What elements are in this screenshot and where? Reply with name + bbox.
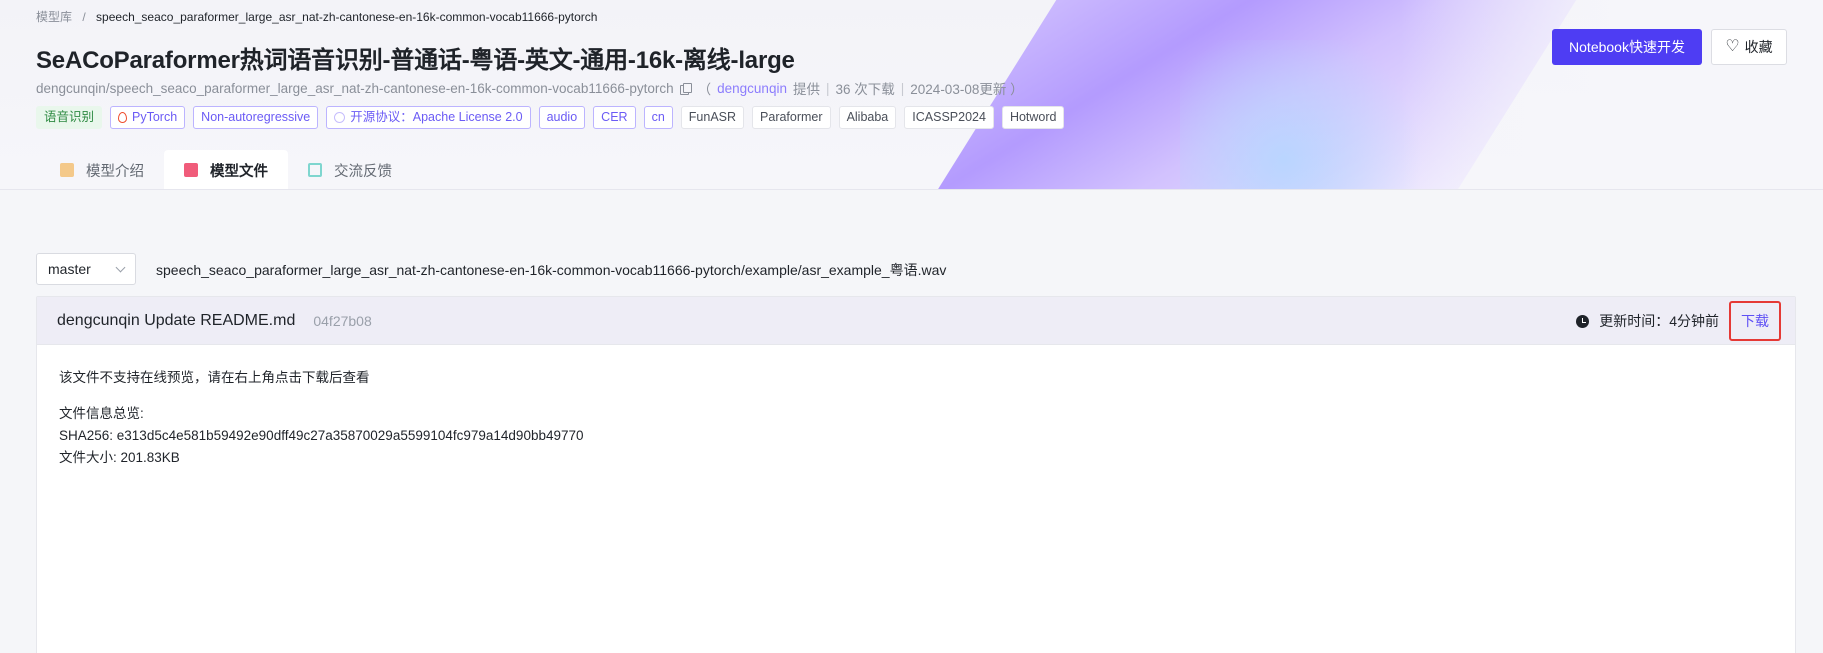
commit-meta: 更新时间：4分钟前 下载 bbox=[1576, 297, 1781, 345]
model-tabs: 模型介绍 模型文件 交流反馈 bbox=[40, 150, 412, 189]
tab-label: 交流反馈 bbox=[334, 163, 392, 180]
breadcrumb: 模型库 / speech_seaco_paraformer_large_asr_… bbox=[36, 8, 597, 25]
tag-label: 开源协议：Apache License 2.0 bbox=[350, 110, 523, 124]
updated-time: 更新时间：4分钟前 bbox=[1599, 313, 1719, 329]
tag[interactable]: audio bbox=[538, 106, 586, 129]
tag-label: 语音识别 bbox=[44, 110, 95, 124]
download-count: 36 次下载 bbox=[835, 82, 895, 97]
tag-label: ICASSP2024 bbox=[912, 110, 986, 124]
file-preview: 该文件不支持在线预览，请在右上角点击下载后查看 文件信息总览: SHA256: … bbox=[37, 345, 1795, 491]
tag-label: Paraformer bbox=[760, 110, 823, 124]
copy-icon[interactable] bbox=[679, 83, 692, 95]
provider-link[interactable]: dengcunqin bbox=[717, 81, 787, 96]
model-header: 模型库 / speech_seaco_paraformer_large_asr_… bbox=[0, 0, 1823, 190]
tag[interactable]: Hotword bbox=[1001, 106, 1065, 129]
book-icon bbox=[184, 163, 198, 177]
tag[interactable]: ICASSP2024 bbox=[904, 106, 994, 129]
tag[interactable]: cn bbox=[643, 106, 673, 129]
branch-value: master bbox=[48, 261, 91, 277]
provider-suffix: 提供 bbox=[792, 82, 820, 97]
tag[interactable]: Paraformer bbox=[752, 106, 831, 129]
chevron-down-icon bbox=[115, 262, 126, 272]
preview-unsupported-notice: 该文件不支持在线预览，请在右上角点击下载后查看 bbox=[59, 370, 370, 385]
tag-label: Non-autoregressive bbox=[201, 110, 311, 124]
notebook-quick-dev-button[interactable]: Notebook快速开发 bbox=[1552, 29, 1702, 65]
tag-label: PyTorch bbox=[132, 110, 178, 124]
tag-category[interactable]: 语音识别 bbox=[36, 106, 103, 129]
file-panel: dengcunqin Update README.md 04f27b08 更新时… bbox=[36, 296, 1796, 653]
commit-bar: dengcunqin Update README.md 04f27b08 更新时… bbox=[37, 297, 1795, 345]
tag-label: FunASR bbox=[688, 110, 737, 124]
model-id: dengcunqin/speech_seaco_paraformer_large… bbox=[36, 80, 674, 96]
tag-license[interactable]: 开源协议：Apache License 2.0 bbox=[326, 106, 531, 129]
commit-hash[interactable]: 04f27b08 bbox=[313, 313, 371, 329]
tab-label: 模型文件 bbox=[210, 163, 268, 180]
tag-label: cn bbox=[651, 110, 665, 124]
tag-label: audio bbox=[546, 110, 578, 124]
tag-framework[interactable]: PyTorch bbox=[110, 106, 186, 129]
license-icon bbox=[334, 112, 346, 123]
file-path: speech_seaco_paraformer_large_asr_nat-zh… bbox=[156, 262, 947, 278]
meta-divider: | bbox=[825, 80, 830, 96]
heart-icon: ♡ bbox=[1725, 38, 1740, 55]
download-button[interactable]: 下载 bbox=[1729, 301, 1781, 341]
tag[interactable]: FunASR bbox=[680, 106, 745, 129]
page-title: SeACoParaformer热词语音识别-普通话-粤语-英文-通用-16k-离… bbox=[36, 47, 795, 74]
file-info-title: 文件信息总览: bbox=[59, 406, 144, 421]
updated-date: 2024-03-08更新 ） bbox=[910, 82, 1024, 97]
breadcrumb-current: speech_seaco_paraformer_large_asr_nat-zh… bbox=[96, 10, 598, 24]
model-meta: dengcunqin/speech_seaco_paraformer_large… bbox=[36, 78, 1024, 98]
provider-open: （ bbox=[697, 82, 712, 97]
tag-label: Hotword bbox=[1009, 110, 1057, 124]
tag-label: Alibaba bbox=[846, 110, 889, 124]
clock-icon bbox=[1576, 314, 1590, 328]
tab-model-files[interactable]: 模型文件 bbox=[164, 150, 288, 189]
tag-list: 语音识别 PyTorch Non-autoregressive 开源协议：Apa… bbox=[36, 106, 1065, 129]
meta-divider: | bbox=[900, 80, 905, 96]
breadcrumb-model-library[interactable]: 模型库 bbox=[36, 10, 72, 24]
tab-model-intro[interactable]: 模型介绍 bbox=[40, 150, 164, 189]
tag[interactable]: CER bbox=[593, 106, 636, 129]
breadcrumb-separator: / bbox=[82, 10, 86, 24]
favorite-label: 收藏 bbox=[1744, 39, 1773, 55]
pytorch-icon bbox=[118, 112, 128, 123]
file-sha256: SHA256: e313d5c4e581b59492e90dff49c27a35… bbox=[59, 428, 584, 443]
tab-label: 模型介绍 bbox=[86, 163, 144, 180]
tag[interactable]: Alibaba bbox=[838, 106, 897, 129]
package-icon bbox=[60, 163, 74, 177]
tag-label: CER bbox=[601, 110, 628, 124]
branch-select[interactable]: master bbox=[36, 253, 136, 285]
favorite-button[interactable]: ♡ 收藏 bbox=[1711, 29, 1787, 65]
file-size: 文件大小: 201.83KB bbox=[59, 450, 180, 465]
tag[interactable]: Non-autoregressive bbox=[193, 106, 319, 129]
tab-feedback[interactable]: 交流反馈 bbox=[288, 150, 412, 189]
commit-message: dengcunqin Update README.md bbox=[57, 311, 296, 329]
edit-icon bbox=[308, 163, 322, 177]
